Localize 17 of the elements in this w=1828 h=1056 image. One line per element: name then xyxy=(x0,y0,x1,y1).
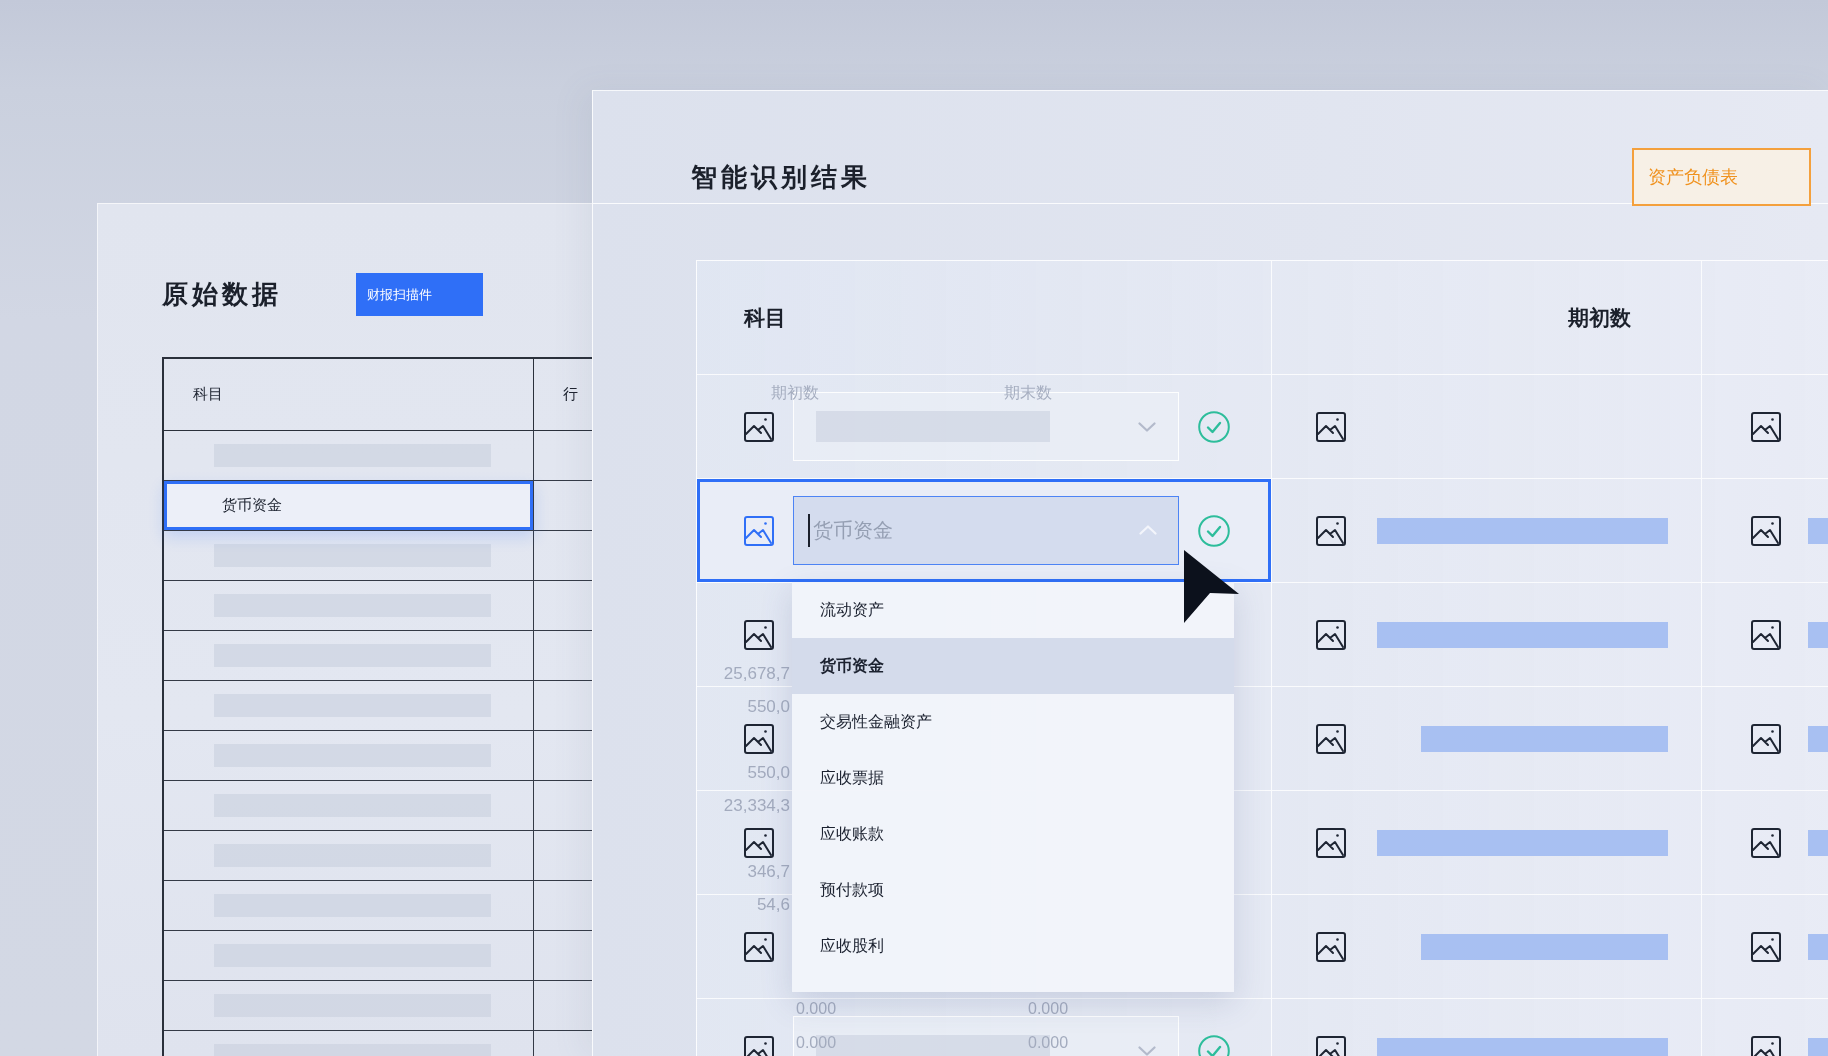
faded-amount: 346,7 xyxy=(747,861,790,883)
column-header: 科目 xyxy=(697,261,1272,375)
faded-amount: 550,0 xyxy=(747,696,790,718)
faded-amount: 23,334,3 xyxy=(723,795,790,817)
panel-title: 原始数据 xyxy=(162,278,282,311)
faded-amount: 0.000 xyxy=(796,1033,837,1053)
faded-amount: 0.000 xyxy=(796,999,837,1019)
column-header: 科目 xyxy=(164,359,534,431)
faded-column-header: 期末数 xyxy=(1004,383,1052,403)
faded-column-header: 期初数 xyxy=(771,383,819,403)
column-header: 期初数 xyxy=(1272,261,1702,375)
panel-title: 智能识别结果 xyxy=(691,160,871,194)
faded-amount: 54,6 xyxy=(756,894,790,916)
faded-amount: 0.000 xyxy=(1028,999,1069,1019)
faded-amount: 0.000 xyxy=(1028,1033,1069,1053)
faded-amount: 550,0 xyxy=(747,762,790,784)
faded-amount: 25,678,7 xyxy=(723,663,790,685)
